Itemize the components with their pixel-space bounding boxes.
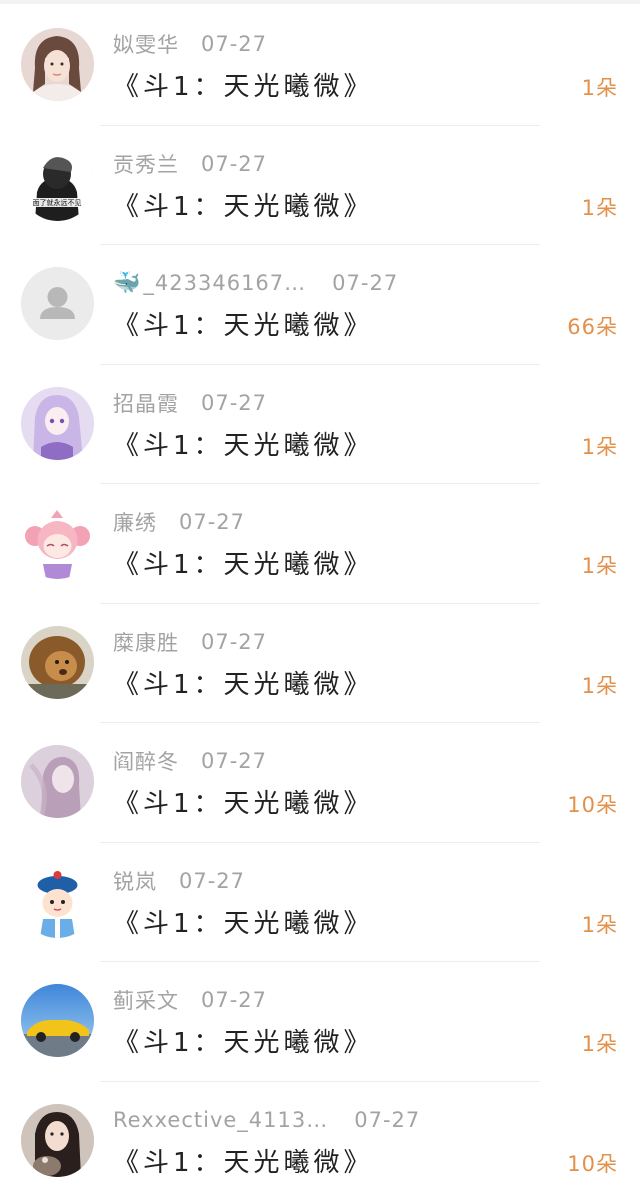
list-item[interactable]: 阎醉冬 07-27 《斗1：天光曦微》 10朵 — [0, 723, 640, 843]
user-name[interactable]: 廉绣 — [113, 507, 157, 537]
date: 07-27 — [201, 32, 268, 56]
book-title[interactable]: 《斗1：天光曦微》 — [113, 1142, 374, 1179]
list-item[interactable]: 招晶霞 07-27 《斗1：天光曦微》 1朵 — [0, 365, 640, 484]
avatar[interactable] — [21, 984, 94, 1057]
date: 07-27 — [354, 1107, 421, 1132]
gift-amount: 1朵 — [581, 195, 618, 220]
meta-line: 贡秀兰 07-27 — [113, 150, 267, 178]
meta-line: 糜康胜 07-27 — [113, 628, 267, 656]
date: 07-27 — [179, 868, 246, 893]
date: 07-27 — [201, 390, 268, 415]
user-name[interactable]: 贡秀兰 — [113, 149, 179, 179]
list-item[interactable]: 🐳 _423346167… 07-27 《斗1：天光曦微》 66朵 — [0, 245, 640, 365]
date: 07-27 — [201, 151, 268, 176]
avatar[interactable]: 面了就永远不见 — [21, 147, 94, 221]
date: 07-27 — [179, 510, 246, 534]
avatar[interactable] — [21, 506, 94, 579]
gift-amount: 1朵 — [581, 434, 618, 459]
gift-amount: 1朵 — [581, 673, 618, 698]
meta-line: 蓟采文 07-27 — [113, 986, 267, 1014]
avatar[interactable] — [21, 745, 94, 818]
gift-amount: 1朵 — [581, 554, 618, 578]
meta-line: 廉绣 07-27 — [113, 508, 245, 536]
user-name[interactable]: 姒雯华 — [113, 29, 179, 59]
book-title[interactable]: 《斗1：天光曦微》 — [113, 544, 374, 581]
avatar[interactable] — [21, 386, 94, 460]
list-item[interactable]: 廉绣 07-27 《斗1：天光曦微》 1朵 — [0, 484, 640, 604]
user-name[interactable]: 锐岚 — [113, 866, 157, 896]
whale-icon: 🐳 — [113, 270, 142, 296]
date: 07-27 — [201, 749, 268, 773]
user-name[interactable]: 糜康胜 — [113, 627, 179, 657]
book-title[interactable]: 《斗1：天光曦微》 — [113, 783, 374, 820]
book-title[interactable]: 《斗1：天光曦微》 — [113, 664, 374, 701]
book-title[interactable]: 《斗1：天光曦微》 — [113, 186, 374, 223]
gift-amount: 1朵 — [581, 1032, 618, 1056]
meta-line: 🐳 _423346167… 07-27 — [113, 269, 398, 297]
avatar[interactable] — [21, 1103, 94, 1177]
user-name[interactable]: 阎醉冬 — [113, 746, 179, 776]
list-item[interactable]: 面了就永远不见 贡秀兰 07-27 《斗1：天光曦微》 1朵 — [0, 126, 640, 245]
gift-amount: 1朵 — [581, 912, 618, 937]
list-item[interactable]: Rexxective_4113… 07-27 《斗1：天光曦微》 10朵 — [0, 1082, 640, 1201]
avatar[interactable] — [21, 28, 94, 101]
user-name[interactable]: 招晶霞 — [113, 388, 179, 418]
list-item[interactable]: 糜康胜 07-27 《斗1：天光曦微》 1朵 — [0, 604, 640, 723]
meta-line: 阎醉冬 07-27 — [113, 747, 267, 775]
gift-record-list: 姒雯华 07-27 《斗1：天光曦微》 1朵 面了就永远不见 贡秀兰 07-27… — [0, 6, 640, 1201]
book-title[interactable]: 《斗1：天光曦微》 — [113, 903, 374, 940]
meta-line: 招晶霞 07-27 — [113, 389, 267, 417]
avatar[interactable] — [21, 625, 94, 699]
avatar[interactable] — [21, 267, 94, 340]
top-divider — [0, 0, 640, 4]
list-item[interactable]: 蓟采文 07-27 《斗1：天光曦微》 1朵 — [0, 962, 640, 1082]
user-name[interactable]: 蓟采文 — [113, 985, 179, 1015]
book-title[interactable]: 《斗1：天光曦微》 — [113, 305, 374, 342]
avatar-caption: 面了就永远不见 — [33, 198, 82, 207]
meta-line: 锐岚 07-27 — [113, 867, 245, 895]
gift-amount: 1朵 — [581, 76, 618, 100]
user-name[interactable]: _423346167… — [143, 271, 306, 295]
list-item[interactable]: 锐岚 07-27 《斗1：天光曦微》 1朵 — [0, 843, 640, 962]
date: 07-27 — [332, 271, 399, 295]
list-item[interactable]: 姒雯华 07-27 《斗1：天光曦微》 1朵 — [0, 6, 640, 126]
book-title[interactable]: 《斗1：天光曦微》 — [113, 66, 374, 103]
gift-amount: 10朵 — [567, 793, 618, 817]
meta-line: 姒雯华 07-27 — [113, 30, 267, 58]
book-title[interactable]: 《斗1：天光曦微》 — [113, 425, 374, 462]
book-title[interactable]: 《斗1：天光曦微》 — [113, 1022, 374, 1059]
user-name[interactable]: Rexxective_4113… — [113, 1108, 328, 1132]
gift-amount: 10朵 — [567, 1151, 618, 1176]
date: 07-27 — [201, 629, 268, 654]
date: 07-27 — [201, 988, 268, 1012]
meta-line: Rexxective_4113… 07-27 — [113, 1106, 420, 1134]
avatar[interactable] — [21, 864, 94, 938]
gift-amount: 66朵 — [567, 315, 618, 339]
